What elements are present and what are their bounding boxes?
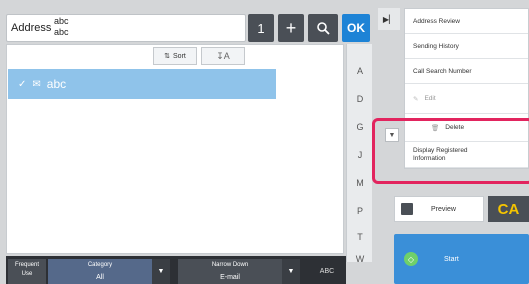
index-letter[interactable]: D xyxy=(347,94,373,104)
frequent-use-line2: Use xyxy=(21,271,33,277)
address-field[interactable]: Address abc abc xyxy=(6,14,246,42)
search-icon xyxy=(317,22,330,35)
sort-alpha-button[interactable]: ↧ A xyxy=(201,47,245,65)
add-address-button[interactable]: + xyxy=(278,14,304,42)
preview-icon xyxy=(401,203,413,215)
start-icon: ◇ xyxy=(404,252,418,266)
address-value-1: abc xyxy=(54,16,69,26)
index-letter[interactable]: A xyxy=(347,66,373,76)
start-label: Start xyxy=(444,255,459,263)
category-value: All xyxy=(96,274,104,281)
sort-icon: ⇅ xyxy=(164,53,171,60)
menu-item-call-search-number[interactable]: Call Search Number xyxy=(405,59,528,84)
preview-label: Preview xyxy=(431,205,456,213)
narrow-down-label: Narrow Down xyxy=(211,262,249,268)
index-column: A D G J M P T W xyxy=(346,44,373,264)
clear-all-button[interactable]: CA xyxy=(488,196,529,222)
narrow-down-select[interactable]: Narrow Down E-mail xyxy=(178,259,282,284)
index-letter[interactable]: G xyxy=(347,122,373,132)
search-button[interactable] xyxy=(308,14,338,42)
sort-label: Sort xyxy=(173,52,186,60)
start-button[interactable]: ◇ Start xyxy=(394,234,529,284)
narrow-down-dropdown-icon[interactable]: ▼ xyxy=(282,259,300,284)
menu-item-address-review[interactable]: Address Review xyxy=(405,9,528,34)
sort-alpha-label: A xyxy=(223,51,230,61)
address-list: ⇅ Sort ↧ A ✓ ✉ abc xyxy=(6,44,344,254)
sort-button[interactable]: ⇅ Sort xyxy=(153,47,197,65)
address-count-button[interactable]: 1 xyxy=(248,14,274,42)
list-item[interactable]: ✓ ✉ abc xyxy=(8,69,276,99)
highlight-box xyxy=(372,118,529,184)
filter-bar: Frequent Use Category All ▼ Narrow Down … xyxy=(6,256,346,284)
collapse-panel-button[interactable]: ▶▏ xyxy=(378,8,400,30)
index-letter[interactable]: T xyxy=(347,232,373,242)
ok-button[interactable]: OK xyxy=(342,14,370,42)
narrow-down-value: E-mail xyxy=(220,274,240,281)
sort-alpha-icon: ↧ xyxy=(216,50,224,61)
edit-icon: ✎ xyxy=(413,95,419,103)
collapse-icon: ▶▏ xyxy=(382,14,396,24)
address-value-2: abc xyxy=(54,27,69,37)
category-select[interactable]: Category All xyxy=(48,259,152,284)
menu-item-edit[interactable]: ✎ Edit xyxy=(405,84,528,114)
email-icon: ✉ xyxy=(32,78,41,90)
index-letter[interactable]: M xyxy=(347,178,373,188)
category-label: Category xyxy=(87,262,113,268)
category-dropdown-icon[interactable]: ▼ xyxy=(152,259,170,284)
abc-toggle[interactable]: ABC xyxy=(310,259,344,284)
list-item-name: abc xyxy=(46,77,67,91)
sort-controls: ⇅ Sort ↧ A xyxy=(153,47,245,65)
preview-button[interactable]: Preview xyxy=(394,196,484,222)
menu-item-edit-label: Edit xyxy=(424,95,436,102)
address-bar: Address abc abc 1 + OK xyxy=(0,14,372,42)
address-values: abc abc xyxy=(54,16,69,38)
frequent-use-button[interactable]: Frequent Use xyxy=(8,259,46,284)
menu-item-sending-history[interactable]: Sending History xyxy=(405,34,528,59)
address-label: Address xyxy=(11,22,52,34)
index-letter[interactable]: W xyxy=(347,254,373,264)
check-icon: ✓ xyxy=(18,78,27,90)
frequent-use-line1: Frequent xyxy=(14,262,39,268)
index-letter[interactable]: J xyxy=(347,150,373,160)
index-letter[interactable]: P xyxy=(347,206,373,216)
